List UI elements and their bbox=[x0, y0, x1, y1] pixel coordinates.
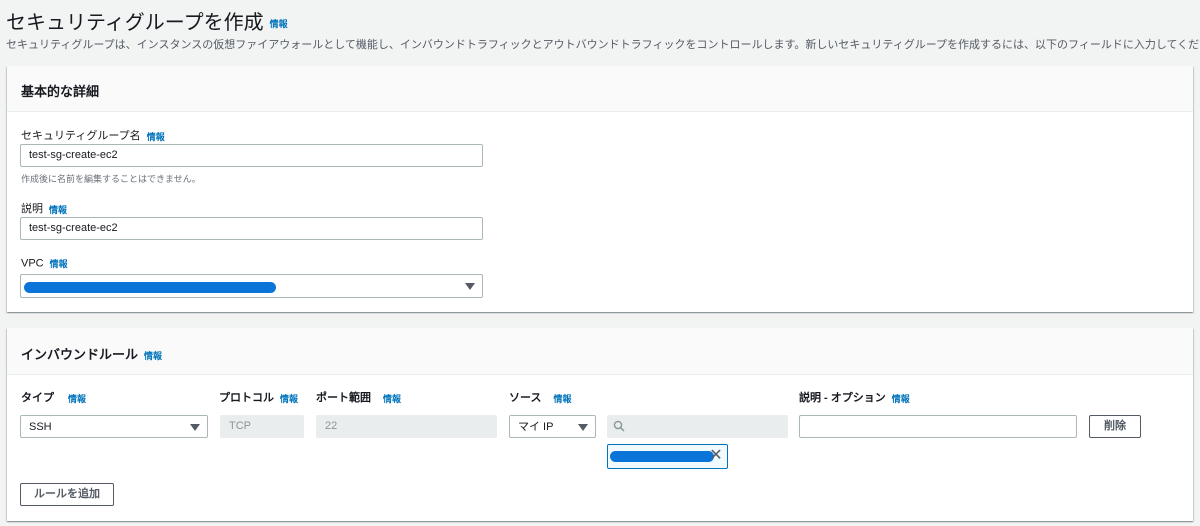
vpc-select[interactable] bbox=[20, 274, 483, 298]
rule-source-select[interactable]: マイ IP bbox=[509, 415, 596, 438]
basic-details-panel: 基本的な詳細 セキュリティグループ名 情報 test-sg-create-ec2 … bbox=[7, 66, 1193, 312]
sg-description-label: 説明 情報 bbox=[21, 200, 67, 216]
col-port-info-link[interactable]: 情報 bbox=[383, 394, 401, 404]
vpc-label-text: VPC bbox=[21, 257, 44, 270]
source-ip-redacted-value bbox=[610, 451, 714, 462]
col-head-port: ポート範囲 情報 bbox=[316, 389, 401, 405]
col-head-source-text: ソース bbox=[509, 392, 542, 404]
inbound-rules-panel: インバウンドルール 情報 タイプ 情報 プロトコル 情報 ポート範囲 情報 ソース 情報 … bbox=[7, 328, 1193, 521]
inbound-rules-heading: インバウンドルール 情報 bbox=[21, 344, 162, 363]
rule-source-search-input[interactable] bbox=[607, 415, 788, 438]
col-head-description: 説明 - オプション 情報 bbox=[799, 389, 910, 405]
page-description: セキュリティグループは、インスタンスの仮想ファイアウォールとして機能し、インバウ… bbox=[6, 39, 1200, 51]
col-head-type-text: タイプ bbox=[21, 392, 54, 404]
col-description-info-link[interactable]: 情報 bbox=[892, 394, 910, 404]
rule-type-select[interactable]: SSH bbox=[20, 415, 208, 438]
search-icon bbox=[613, 420, 625, 432]
col-head-protocol: プロトコル 情報 bbox=[219, 389, 298, 405]
sg-name-label: セキュリティグループ名 情報 bbox=[21, 127, 165, 143]
rule-port-input: 22 bbox=[316, 415, 497, 438]
chevron-down-icon bbox=[465, 283, 475, 290]
page-title: セキュリティグループを作成 情報 bbox=[6, 6, 288, 35]
add-rule-button[interactable]: ルールを追加 bbox=[20, 483, 114, 506]
sg-name-hint: 作成後に名前を編集することはできません。 bbox=[21, 174, 201, 184]
vpc-label: VPC 情報 bbox=[21, 257, 68, 270]
sg-description-input[interactable]: test-sg-create-ec2 bbox=[20, 217, 483, 240]
delete-rule-button[interactable]: 削除 bbox=[1089, 415, 1141, 438]
col-head-description-text: 説明 - オプション bbox=[799, 392, 886, 404]
page-title-text: セキュリティグループを作成 bbox=[6, 12, 264, 34]
col-head-port-text: ポート範囲 bbox=[316, 392, 371, 404]
sg-name-label-text: セキュリティグループ名 bbox=[21, 130, 141, 142]
basic-details-header: 基本的な詳細 bbox=[7, 66, 1193, 112]
inbound-rules-info-link[interactable]: 情報 bbox=[144, 351, 162, 361]
page: セキュリティグループを作成 情報 セキュリティグループは、インスタンスの仮想ファイ… bbox=[0, 0, 1200, 526]
page-info-link[interactable]: 情報 bbox=[270, 19, 288, 29]
inbound-rules-heading-text: インバウンドルール bbox=[21, 347, 139, 362]
source-ip-token: ✕ bbox=[607, 444, 728, 469]
rule-protocol-input: TCP bbox=[220, 415, 304, 438]
inbound-rules-header: インバウンドルール 情報 bbox=[7, 328, 1193, 375]
col-source-info-link[interactable]: 情報 bbox=[553, 394, 571, 404]
chevron-down-icon bbox=[190, 424, 200, 431]
basic-details-heading: 基本的な詳細 bbox=[21, 84, 100, 99]
col-head-type: タイプ 情報 bbox=[21, 389, 86, 405]
rule-source-value: マイ IP bbox=[518, 421, 554, 433]
vpc-redacted-value bbox=[24, 282, 276, 293]
sg-name-input[interactable]: test-sg-create-ec2 bbox=[20, 144, 483, 167]
close-icon[interactable]: ✕ bbox=[708, 448, 724, 464]
sg-description-info-link[interactable]: 情報 bbox=[49, 205, 67, 215]
sg-name-info-link[interactable]: 情報 bbox=[147, 132, 165, 142]
rule-description-input[interactable] bbox=[799, 415, 1077, 438]
vpc-info-link[interactable]: 情報 bbox=[50, 259, 68, 269]
chevron-down-icon bbox=[578, 424, 588, 431]
col-protocol-info-link[interactable]: 情報 bbox=[280, 394, 298, 404]
col-head-source: ソース 情報 bbox=[509, 389, 571, 405]
sg-description-label-text: 説明 bbox=[21, 203, 43, 215]
col-type-info-link[interactable]: 情報 bbox=[68, 394, 86, 404]
col-head-protocol-text: プロトコル bbox=[219, 392, 274, 404]
rule-type-value: SSH bbox=[29, 421, 52, 433]
